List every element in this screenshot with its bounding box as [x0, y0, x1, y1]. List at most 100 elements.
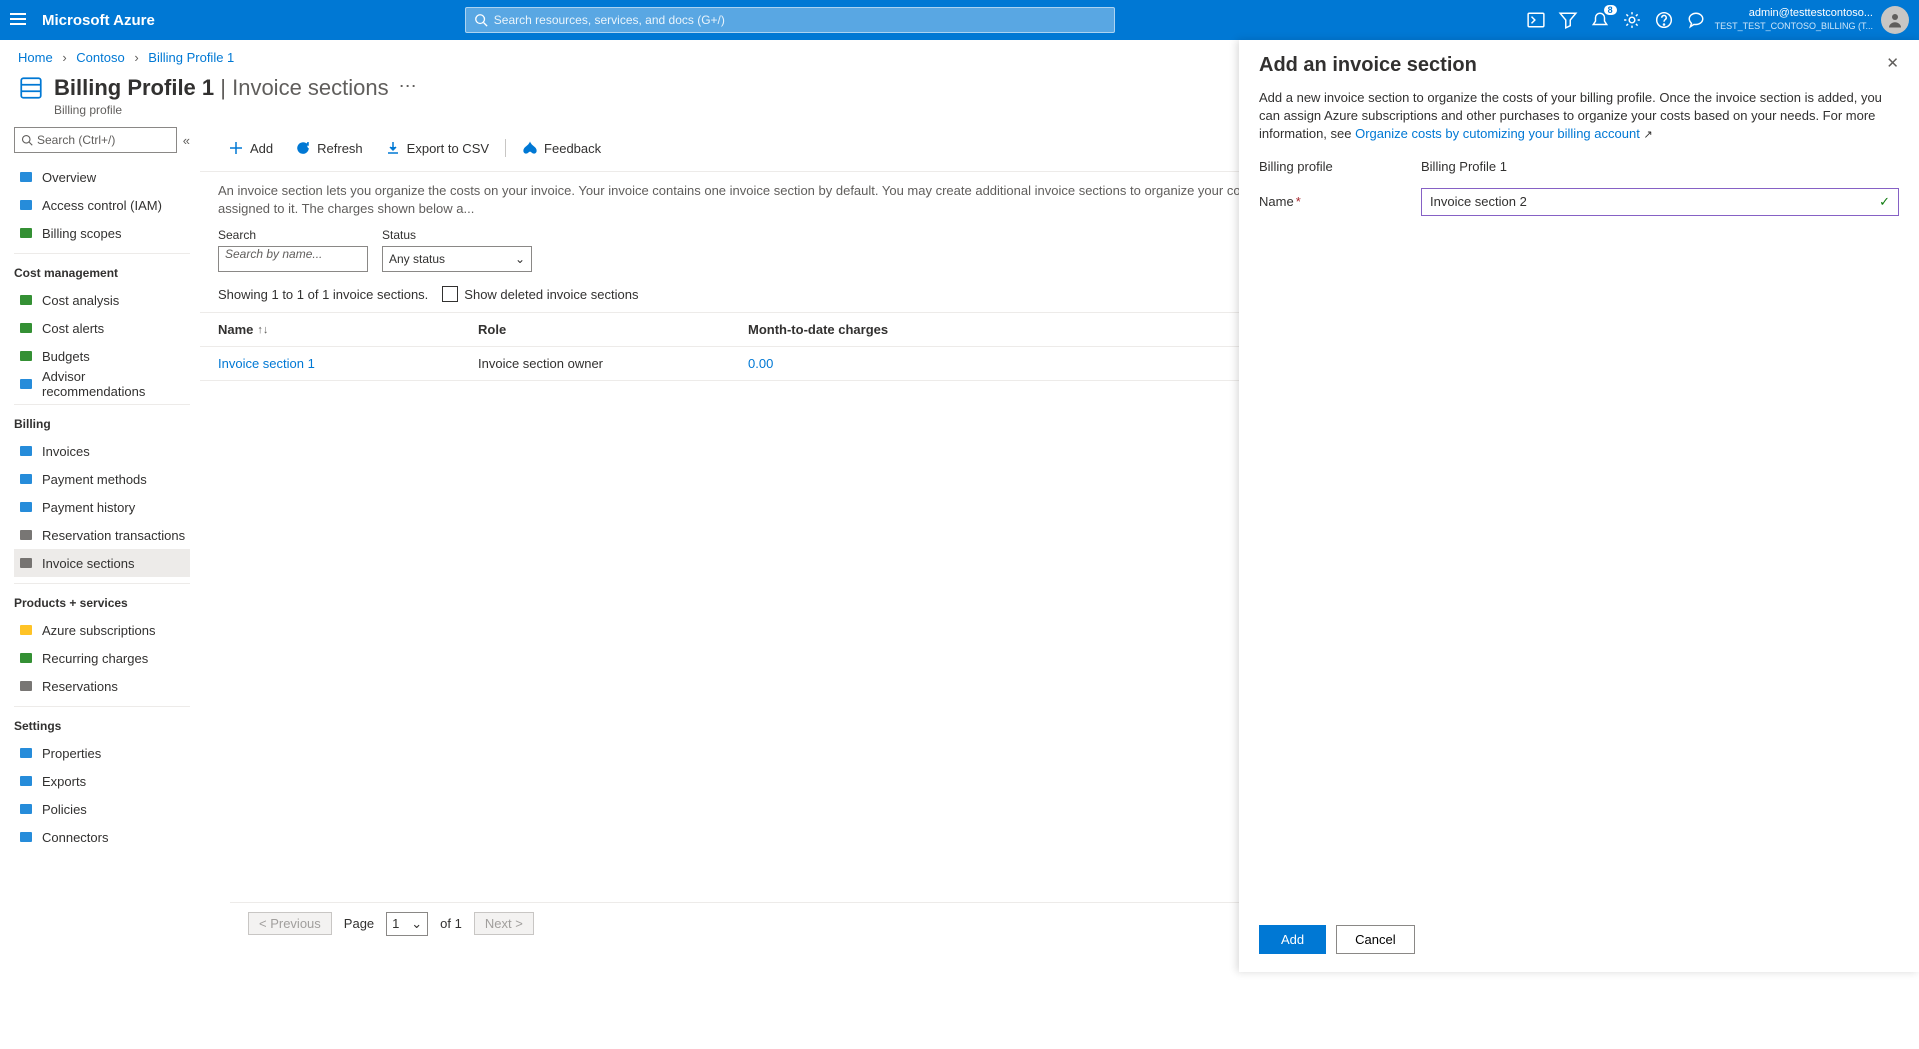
flyout-add-button[interactable]: Add	[1259, 925, 1326, 954]
sidebar-item[interactable]: Exports	[14, 767, 190, 795]
sidebar-item-label: Billing scopes	[42, 226, 122, 241]
row-role: Invoice section owner	[478, 356, 748, 371]
page-subtitle: Billing profile	[54, 103, 389, 117]
breadcrumb-contoso[interactable]: Contoso	[76, 50, 124, 65]
sidebar-item[interactable]: Reservation transactions	[14, 521, 190, 549]
sidebar-group-title: Cost management	[14, 266, 190, 280]
close-icon[interactable]: ✕	[1886, 54, 1899, 72]
sidebar-item-label: Overview	[42, 170, 96, 185]
sidebar-item[interactable]: Access control (IAM)	[14, 191, 190, 219]
sidebar-item[interactable]: Cost alerts	[14, 314, 190, 342]
sidebar-item[interactable]: Cost analysis	[14, 286, 190, 314]
settings-icon[interactable]	[1623, 11, 1641, 29]
sidebar-item-label: Reservation transactions	[42, 528, 185, 543]
refresh-button[interactable]: Refresh	[285, 133, 373, 163]
page-of: of 1	[440, 916, 462, 931]
resource-icon	[18, 75, 44, 101]
help-icon[interactable]	[1655, 11, 1673, 29]
sidebar-search-placeholder: Search (Ctrl+/)	[37, 133, 115, 147]
sidebar-item-label: Reservations	[42, 679, 118, 694]
learn-more-link[interactable]: Organize costs by cutomizing your billin…	[1355, 126, 1640, 141]
sort-icon: ↑↓	[257, 324, 268, 336]
sidebar-item[interactable]: Invoice sections	[14, 549, 190, 577]
topbar-icons: 8	[1527, 11, 1705, 29]
feedback-icon[interactable]	[1687, 11, 1705, 29]
sidebar-group-title: Settings	[14, 719, 190, 733]
sidebar-item[interactable]: Policies	[14, 795, 190, 823]
sidebar-item-label: Cost alerts	[42, 321, 104, 336]
sidebar-item[interactable]: Reservations	[14, 672, 190, 700]
directory-filter-icon[interactable]	[1559, 11, 1577, 29]
sidebar-item[interactable]: Budgets	[14, 342, 190, 370]
sidebar-group-title: Products + services	[14, 596, 190, 610]
page-title: Billing Profile 1 | Invoice sections	[54, 75, 389, 101]
chevron-down-icon: ⌄	[411, 916, 422, 932]
page-select[interactable]: 1 ⌄	[386, 912, 428, 936]
add-button[interactable]: Add	[218, 133, 283, 163]
breadcrumb-home[interactable]: Home	[18, 50, 53, 65]
status-dropdown[interactable]: Any status ⌄	[382, 246, 532, 272]
next-page-button[interactable]: Next >	[474, 912, 534, 935]
hamburger-icon[interactable]	[10, 11, 30, 30]
sidebar-item[interactable]: Properties	[14, 739, 190, 767]
feedback-button[interactable]: Feedback	[512, 133, 611, 163]
sidebar-item[interactable]: Billing scopes	[14, 219, 190, 247]
sidebar-item-label: Azure subscriptions	[42, 623, 155, 638]
prev-page-button[interactable]: < Previous	[248, 912, 332, 935]
sidebar-item[interactable]: Advisor recommendations	[14, 370, 190, 398]
sidebar-item-label: Payment methods	[42, 472, 147, 487]
add-invoice-section-flyout: Add an invoice section ✕ Add a new invoi…	[1239, 40, 1919, 972]
billing-profile-value: Billing Profile 1	[1421, 158, 1507, 176]
account-directory: TEST_TEST_CONTOSO_BILLING (T...	[1715, 20, 1873, 33]
sidebar-item[interactable]: Payment history	[14, 493, 190, 521]
sidebar-item-label: Policies	[42, 802, 87, 817]
sidebar-item[interactable]: Overview	[14, 163, 190, 191]
row-name-link[interactable]: Invoice section 1	[218, 356, 478, 371]
flyout-description: Add a new invoice section to organize th…	[1259, 89, 1899, 144]
more-actions-icon[interactable]: ⋯	[399, 75, 417, 97]
sidebar-item-label: Properties	[42, 746, 101, 761]
sidebar-item[interactable]: Payment methods	[14, 465, 190, 493]
sidebar-item[interactable]: Invoices	[14, 437, 190, 465]
search-icon	[21, 134, 33, 146]
global-search[interactable]	[465, 7, 1115, 33]
status-label: Status	[382, 228, 532, 242]
sidebar-item-label: Invoice sections	[42, 556, 135, 571]
notifications-icon[interactable]: 8	[1591, 11, 1609, 29]
show-deleted-label: Show deleted invoice sections	[464, 287, 638, 302]
col-name[interactable]: Name ↑↓	[218, 322, 478, 337]
sidebar-item-label: Exports	[42, 774, 86, 789]
breadcrumb-billing-profile[interactable]: Billing Profile 1	[148, 50, 234, 65]
page-label: Page	[344, 916, 374, 931]
sidebar-item[interactable]: Recurring charges	[14, 644, 190, 672]
chevron-down-icon: ⌄	[515, 252, 525, 266]
search-by-name-input[interactable]: Search by name...	[218, 246, 368, 272]
sidebar-item-label: Advisor recommendations	[42, 369, 186, 399]
sidebar-group-title: Billing	[14, 417, 190, 431]
validation-check-icon: ✓	[1879, 193, 1890, 211]
sidebar-item-label: Invoices	[42, 444, 90, 459]
search-label: Search	[218, 228, 368, 242]
sidebar-item-label: Recurring charges	[42, 651, 148, 666]
name-input[interactable]: Invoice section 2 ✓	[1421, 188, 1899, 216]
export-csv-button[interactable]: Export to CSV	[375, 133, 499, 163]
sidebar-item[interactable]: Connectors	[14, 823, 190, 851]
sidebar-search[interactable]: Search (Ctrl+/)	[14, 127, 177, 153]
sidebar-item-label: Access control (IAM)	[42, 198, 162, 213]
global-search-input[interactable]	[494, 13, 1106, 27]
account-menu[interactable]: admin@testtestcontoso... TEST_TEST_CONTO…	[1715, 6, 1909, 34]
col-role[interactable]: Role	[478, 322, 748, 337]
flyout-cancel-button[interactable]: Cancel	[1336, 925, 1414, 954]
brand-label[interactable]: Microsoft Azure	[42, 12, 155, 29]
flyout-title: Add an invoice section	[1259, 54, 1477, 77]
show-deleted-checkbox[interactable]	[442, 286, 458, 302]
name-label: Name*	[1259, 193, 1421, 211]
top-bar: Microsoft Azure 8 admin@testtestcontoso.…	[0, 0, 1919, 40]
sidebar-item-label: Payment history	[42, 500, 135, 515]
sidebar-item[interactable]: Azure subscriptions	[14, 616, 190, 644]
collapse-sidebar-icon[interactable]: «	[183, 133, 190, 148]
cloud-shell-icon[interactable]	[1527, 11, 1545, 29]
account-email: admin@testtestcontoso...	[1715, 7, 1873, 20]
sidebar-item-label: Connectors	[42, 830, 108, 845]
billing-profile-label: Billing profile	[1259, 158, 1421, 176]
